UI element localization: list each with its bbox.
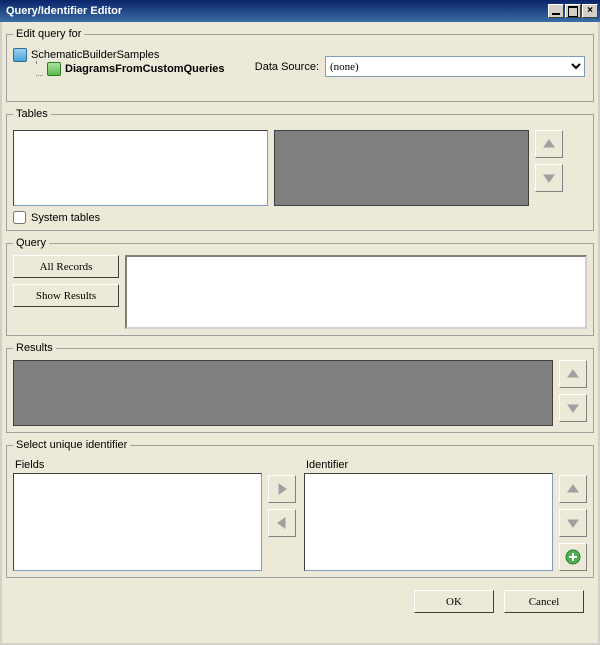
arrow-down-icon: [566, 401, 580, 415]
window-title: Query/Identifier Editor: [6, 5, 548, 17]
tables-group: Tables System tables: [6, 108, 594, 231]
schema-tree: SchematicBuilderSamples DiagramsFromCust…: [13, 46, 225, 76]
arrow-right-icon: [275, 482, 289, 496]
arrow-left-icon: [275, 516, 289, 530]
show-results-button[interactable]: Show Results: [13, 284, 119, 307]
identifier-label: Identifier: [306, 459, 553, 471]
fields-list[interactable]: [13, 473, 262, 571]
identifier-move-down-button[interactable]: [559, 509, 587, 537]
cancel-button[interactable]: Cancel: [504, 590, 584, 613]
all-records-button[interactable]: All Records: [13, 255, 119, 278]
select-identifier-legend: Select unique identifier: [13, 439, 130, 451]
tree-root[interactable]: SchematicBuilderSamples: [13, 48, 225, 62]
window-body: Edit query for SchematicBuilderSamples D…: [0, 22, 600, 645]
table-move-down-button[interactable]: [535, 164, 563, 192]
database-icon: [13, 48, 27, 62]
query-textarea[interactable]: [125, 255, 587, 329]
maximize-button[interactable]: [565, 4, 581, 18]
results-move-down-button[interactable]: [559, 394, 587, 422]
arrow-down-icon: [542, 171, 556, 185]
remove-identifier-button[interactable]: [268, 509, 296, 537]
arrow-down-icon: [566, 516, 580, 530]
query-group: Query All Records Show Results: [6, 237, 594, 336]
edit-query-legend: Edit query for: [13, 28, 84, 40]
add-identifier-button[interactable]: [268, 475, 296, 503]
window-controls: ×: [548, 4, 598, 18]
add-icon: [565, 549, 581, 565]
results-grid[interactable]: [13, 360, 553, 426]
arrow-up-icon: [566, 367, 580, 381]
data-source-select[interactable]: (none): [325, 56, 585, 77]
data-source-label: Data Source:: [255, 61, 319, 73]
results-group: Results: [6, 342, 594, 433]
table-move-up-button[interactable]: [535, 130, 563, 158]
system-tables-checkbox[interactable]: [13, 211, 26, 224]
arrow-up-icon: [566, 482, 580, 496]
fields-label: Fields: [15, 459, 262, 471]
arrow-up-icon: [542, 137, 556, 151]
tables-selected-list[interactable]: [274, 130, 529, 206]
tables-available-list[interactable]: [13, 130, 268, 206]
minimize-button[interactable]: [548, 4, 564, 18]
query-legend: Query: [13, 237, 49, 249]
select-identifier-group: Select unique identifier Fields Identifi…: [6, 439, 594, 578]
titlebar: Query/Identifier Editor ×: [0, 0, 600, 22]
tree-child[interactable]: DiagramsFromCustomQueries: [31, 62, 225, 76]
identifier-move-up-button[interactable]: [559, 475, 587, 503]
tree-root-label: SchematicBuilderSamples: [31, 49, 159, 61]
dialog-footer: OK Cancel: [6, 584, 594, 619]
results-move-up-button[interactable]: [559, 360, 587, 388]
edit-query-group: Edit query for SchematicBuilderSamples D…: [6, 28, 594, 102]
identifier-list[interactable]: [304, 473, 553, 571]
close-button[interactable]: ×: [582, 4, 598, 18]
ok-button[interactable]: OK: [414, 590, 494, 613]
results-legend: Results: [13, 342, 56, 354]
system-tables-label: System tables: [31, 212, 100, 224]
tables-legend: Tables: [13, 108, 51, 120]
identifier-add-button[interactable]: [559, 543, 587, 571]
diagram-icon: [47, 62, 61, 76]
tree-child-label: DiagramsFromCustomQueries: [65, 63, 225, 75]
